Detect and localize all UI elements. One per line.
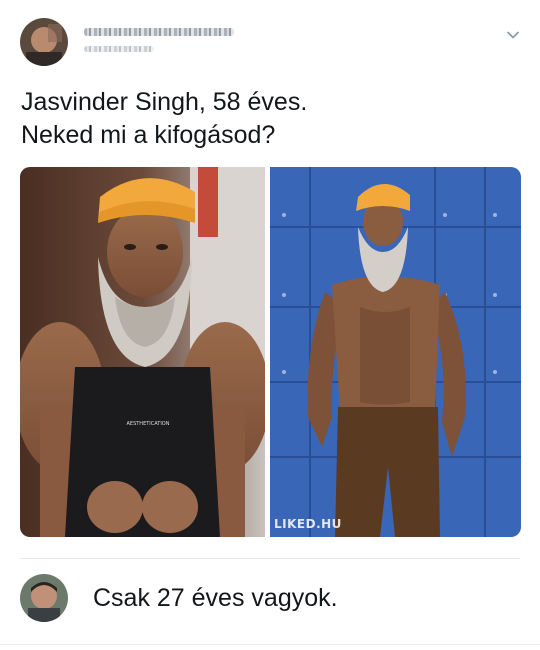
tweet-text-line-2: Neked mi a kifogásod? bbox=[21, 121, 276, 149]
bottom-divider bbox=[0, 644, 540, 645]
author-name-redacted bbox=[84, 28, 234, 36]
reply-avatar[interactable] bbox=[20, 574, 68, 622]
tweet-text: Jasvinder Singh, 58 éves. Neked mi a kif… bbox=[21, 86, 521, 152]
author-avatar[interactable] bbox=[20, 18, 68, 66]
chevron-down-icon[interactable] bbox=[506, 28, 520, 42]
photo-full-body[interactable] bbox=[270, 167, 521, 537]
watermark-text: LIKED.HU bbox=[274, 517, 342, 531]
reply[interactable]: Csak 27 éves vagyok. bbox=[20, 572, 520, 624]
reply-text: Csak 27 éves vagyok. bbox=[93, 584, 338, 612]
photo-closeup[interactable]: AESTHETICATION bbox=[20, 167, 265, 537]
author-handle-redacted bbox=[84, 46, 154, 52]
tweet-media[interactable]: AESTHETICATION LIKED.HU bbox=[20, 167, 521, 537]
tweet-card: Jasvinder Singh, 58 éves. Neked mi a kif… bbox=[0, 0, 540, 650]
tweet-text-line-1: Jasvinder Singh, 58 éves. bbox=[21, 88, 308, 116]
shirt-print: AESTHETICATION bbox=[127, 421, 170, 427]
tweet-header bbox=[20, 18, 520, 68]
divider bbox=[20, 558, 520, 559]
